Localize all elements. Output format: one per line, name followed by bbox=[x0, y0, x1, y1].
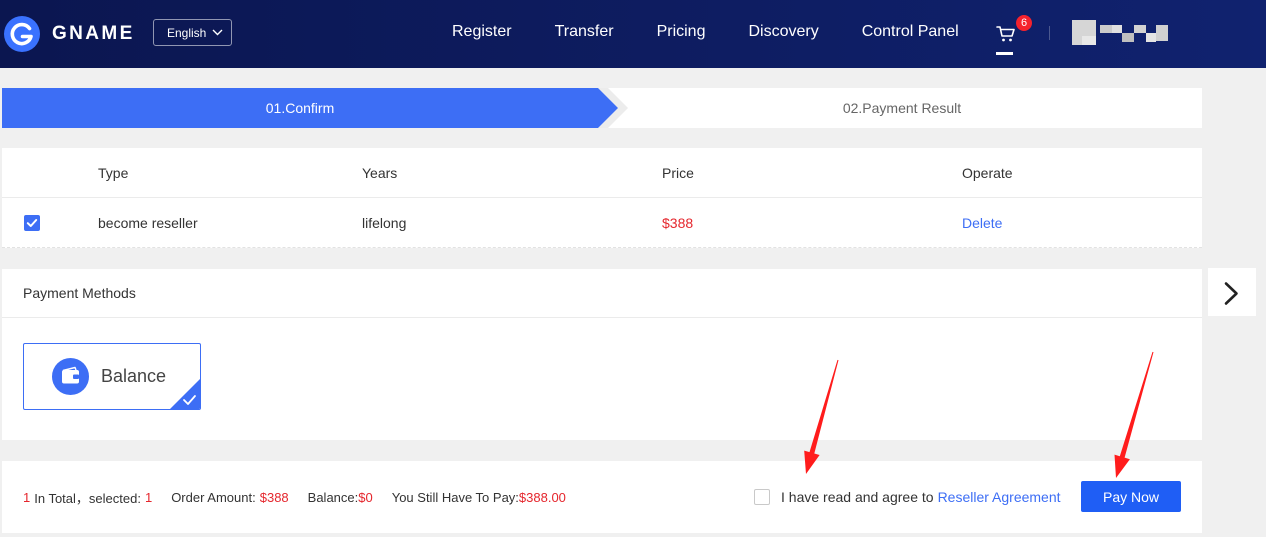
payment-methods-panel: Payment Methods Balance bbox=[2, 269, 1202, 440]
order-amount-value: $388 bbox=[259, 489, 289, 505]
selected-count: 1 bbox=[144, 489, 153, 505]
remaining-group: You Still Have To Pay: $388.00 bbox=[392, 490, 566, 505]
language-select[interactable]: English bbox=[153, 19, 232, 46]
nav-register[interactable]: Register bbox=[452, 23, 512, 41]
order-summary-text: 1 In Total，selected: 1 Order Amount: $38… bbox=[23, 461, 585, 533]
delete-link[interactable]: Delete bbox=[962, 198, 1002, 247]
logo[interactable]: GNAME bbox=[4, 16, 134, 52]
logo-text: GNAME bbox=[52, 23, 135, 44]
payment-option-balance[interactable]: Balance bbox=[23, 343, 201, 410]
table-header: Type Years Price Operate bbox=[2, 148, 1202, 198]
agreement-checkbox[interactable] bbox=[754, 489, 770, 505]
reseller-agreement-link[interactable]: Reseller Agreement bbox=[938, 489, 1061, 505]
total-count: 1 bbox=[23, 489, 31, 505]
nav-divider bbox=[1049, 26, 1050, 40]
selected-check-icon bbox=[170, 379, 200, 409]
next-panel-button[interactable] bbox=[1208, 268, 1256, 316]
order-amount-label: Order Amount: bbox=[171, 489, 256, 505]
agreement-text: I have read and agree to bbox=[781, 489, 934, 505]
cart-count-badge: 6 bbox=[1016, 15, 1032, 31]
chevron-right-icon bbox=[1224, 282, 1238, 305]
column-header-years: Years bbox=[362, 164, 398, 181]
balance-label: Balance: bbox=[307, 489, 359, 505]
cart-active-indicator bbox=[996, 52, 1013, 55]
checkout-steps: 01.Confirm 02.Payment Result bbox=[2, 88, 1202, 128]
summary-count-group: 1 In Total，selected: 1 bbox=[23, 488, 152, 507]
column-header-price: Price bbox=[662, 164, 694, 181]
check-icon bbox=[26, 219, 38, 227]
cell-price: $388 bbox=[662, 214, 694, 231]
order-amount-group: Order Amount: $388 bbox=[171, 490, 288, 505]
logo-icon bbox=[4, 16, 40, 52]
step-confirm: 01.Confirm bbox=[265, 100, 335, 116]
cart-button[interactable]: 6 bbox=[994, 14, 1034, 56]
main-nav: Register Transfer Pricing Discovery Cont… bbox=[452, 0, 959, 64]
total-label: In Total，selected: bbox=[34, 490, 141, 506]
row-select-checkbox[interactable] bbox=[24, 215, 40, 231]
payment-methods-title: Payment Methods bbox=[23, 285, 136, 301]
order-summary-bar: 1 In Total，selected: 1 Order Amount: $38… bbox=[2, 461, 1202, 533]
cell-type: become reseller bbox=[98, 214, 198, 231]
wallet-icon bbox=[52, 358, 89, 395]
top-navbar: GNAME English Register Transfer Pricing … bbox=[0, 0, 1266, 68]
balance-group: Balance: $0 bbox=[308, 490, 373, 505]
cell-years: lifelong bbox=[362, 214, 407, 231]
agreement-row: I have read and agree to Reseller Agreem… bbox=[754, 461, 1061, 533]
nav-control-panel[interactable]: Control Panel bbox=[862, 23, 959, 41]
table-row: become reseller lifelong $388 Delete bbox=[2, 198, 1202, 248]
column-header-operate: Operate bbox=[962, 164, 1013, 181]
pay-now-button[interactable]: Pay Now bbox=[1081, 481, 1181, 512]
remaining-label: You Still Have To Pay: bbox=[391, 489, 519, 505]
language-label: English bbox=[167, 25, 207, 40]
avatar bbox=[1072, 20, 1096, 45]
nav-pricing[interactable]: Pricing bbox=[657, 23, 706, 41]
balance-value: $0 bbox=[358, 489, 373, 505]
nav-transfer[interactable]: Transfer bbox=[555, 23, 614, 41]
payment-option-label: Balance bbox=[101, 366, 167, 386]
username-redacted bbox=[1100, 25, 1168, 42]
cart-icon bbox=[996, 26, 1015, 42]
chevron-down-icon bbox=[212, 29, 223, 36]
step-payment-result: 02.Payment Result bbox=[842, 100, 962, 116]
payment-methods-header: Payment Methods bbox=[2, 269, 1202, 318]
nav-discovery[interactable]: Discovery bbox=[748, 23, 818, 41]
column-header-type: Type bbox=[98, 164, 129, 181]
user-menu[interactable] bbox=[1072, 20, 1168, 45]
remaining-value: $388.00 bbox=[518, 489, 566, 505]
order-table: Type Years Price Operate become reseller… bbox=[2, 148, 1202, 248]
